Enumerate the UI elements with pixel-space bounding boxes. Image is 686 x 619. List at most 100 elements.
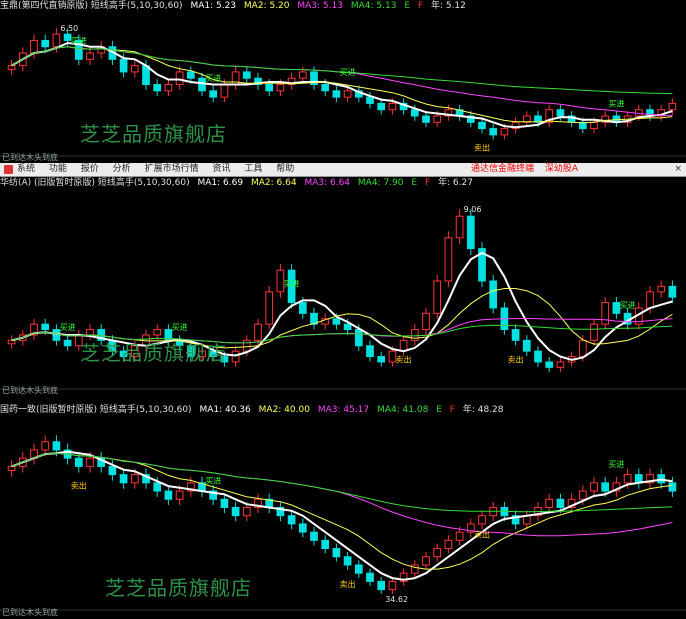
signal-label: 买进 (608, 460, 624, 469)
menu-item-analysis[interactable]: 分析 (113, 164, 131, 174)
candle-body (119, 474, 128, 484)
candle (7, 460, 16, 477)
candle-body (7, 65, 16, 70)
candle (86, 47, 94, 65)
signal-label: 买进 (71, 36, 87, 45)
candle (478, 242, 486, 287)
candle (422, 111, 430, 128)
candle-body (556, 109, 565, 117)
candle-body (220, 498, 229, 508)
candle (433, 543, 442, 562)
candle (444, 535, 453, 554)
candle (590, 476, 598, 497)
candle-body (52, 33, 61, 48)
candle (422, 551, 430, 570)
candle-body (298, 71, 307, 79)
menu-item-news[interactable]: 资讯 (212, 164, 230, 174)
candle-body (489, 280, 498, 309)
menu-item-function[interactable]: 功能 (49, 164, 67, 174)
candle (209, 485, 218, 505)
candle-body (265, 291, 274, 325)
candle-body (388, 102, 397, 111)
candle (634, 468, 643, 489)
candle-body (164, 490, 173, 500)
candle (444, 231, 453, 287)
candle (466, 209, 475, 256)
signal-label: 卖出 (508, 354, 524, 364)
candle (545, 357, 554, 373)
candle (489, 123, 498, 140)
candle (7, 335, 16, 349)
candle-body (433, 548, 442, 558)
candle (455, 104, 464, 121)
candle (511, 117, 520, 134)
candle (511, 510, 520, 530)
menu-item-extended-market[interactable]: 扩展市场行情 (145, 164, 199, 174)
menu-item-system[interactable]: 系统 (17, 164, 35, 174)
menu-item-help[interactable]: 帮助 (276, 164, 294, 174)
candle-body (534, 350, 542, 363)
candle (7, 60, 16, 75)
candle (130, 60, 139, 78)
candle (590, 318, 598, 346)
chart-panel-2[interactable]: 华纺(A) (旧版暂时原版) 短线高手(5,10,30,60) MA1: 6.6… (0, 177, 686, 403)
signal-label: 买进 (620, 301, 636, 310)
candle-body (321, 539, 330, 550)
candle-body (209, 90, 218, 98)
candle-body (590, 323, 598, 341)
candle (399, 335, 408, 357)
candle-body (343, 556, 352, 566)
candle-body (354, 564, 363, 574)
candle (209, 85, 218, 103)
candle (63, 335, 72, 351)
candle-body (254, 323, 262, 341)
candle-body (231, 350, 240, 363)
menu-item-quote[interactable]: 报价 (81, 164, 99, 174)
candle-body (466, 215, 475, 250)
candle-body (422, 312, 430, 331)
signal-label: 买进 (284, 280, 300, 289)
menu-item-tools[interactable]: 工具 (244, 164, 262, 174)
chart-panel-3[interactable]: 国药一致(旧版暂时原版) 短线高手(5,10,30,60) MA1: 40.36… (0, 404, 686, 619)
candle-body (332, 548, 341, 558)
close-icon[interactable]: × (674, 163, 682, 176)
signal-label: 卖出 (474, 530, 490, 540)
candle-body (545, 498, 554, 508)
candle (30, 318, 38, 341)
signal-label: 卖出 (71, 480, 87, 490)
high-price-label: 6.50 (60, 24, 78, 33)
chart-panel-1[interactable]: 宝鼎(第四代直销原版) 短线高手(5,10,30,60) MA1: 5.23 M… (0, 0, 686, 163)
candle-body (623, 474, 632, 484)
candle (332, 543, 341, 562)
candle (410, 560, 419, 578)
watermark: 芝芝品质旗舰店 (80, 341, 227, 365)
candle (354, 560, 363, 578)
candle-body (657, 285, 666, 293)
candlestick-chart[interactable]: 买进 买进买进卖出 卖出买进9.06 (0, 177, 686, 403)
panel-footer: 已到达木头到底 (2, 386, 58, 395)
candle (97, 40, 106, 59)
candle-body (590, 121, 598, 130)
candle (265, 493, 274, 514)
candle (153, 79, 162, 97)
alert-market[interactable]: 深幼股A (545, 164, 578, 174)
candle (410, 324, 419, 346)
candle-body (164, 84, 173, 92)
candle (343, 551, 352, 570)
candle-body (86, 329, 94, 336)
candlestick-chart[interactable]: 卖出买进卖出卖出买进34.62 (0, 404, 686, 619)
signal-label: 买进 (340, 68, 356, 77)
candle (164, 79, 173, 97)
candle-body (377, 580, 386, 591)
candle (511, 324, 520, 346)
candle (612, 111, 621, 128)
candle-body (578, 490, 587, 500)
watermark: 芝芝品质旗舰店 (105, 576, 252, 600)
signal-label: 买进 (205, 74, 221, 83)
candle (388, 576, 397, 594)
high-price-label: 9.06 (464, 205, 482, 214)
candle (377, 351, 386, 367)
candle-body (130, 474, 139, 484)
candle-body (478, 121, 486, 130)
candle-body (298, 302, 307, 314)
